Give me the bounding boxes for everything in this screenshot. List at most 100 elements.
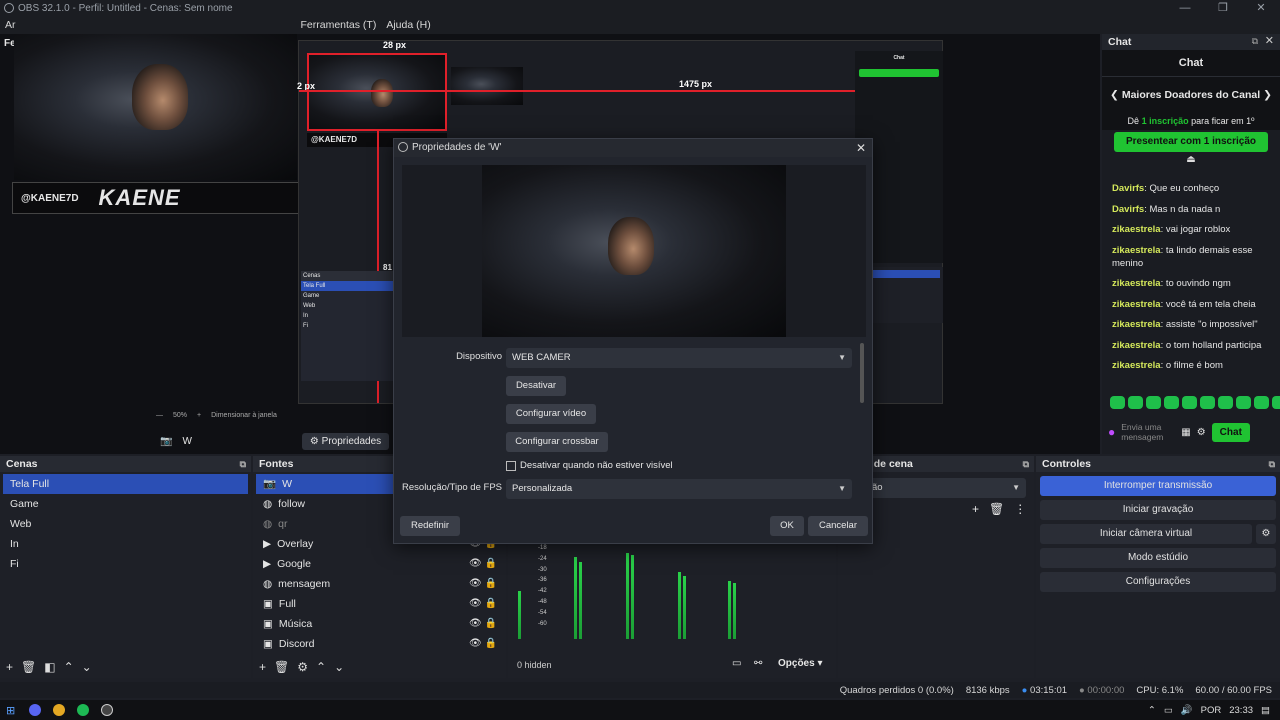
hide-when-invisible-checkbox[interactable] [506,460,516,471]
volume-icon[interactable]: 🔊 [1181,705,1193,716]
chat-message: zikaestrela: o tom holland participa [1112,339,1262,351]
chrome-icon[interactable] [53,704,66,716]
resolution-select[interactable]: Personalizada ▼ [506,479,852,499]
dialog-close-button[interactable]: ✕ [856,139,866,157]
active-source-name: W [182,435,192,447]
source-item[interactable]: ◍ mensagem [256,574,503,594]
source-item[interactable]: ▣ Full [256,594,503,614]
menu-arquivo[interactable]: Ar [5,19,16,31]
menu-ferramentas[interactable]: Ferramentas (T) [301,19,377,31]
move-up-button[interactable]: ⌃ [64,660,74,674]
deactivate-button[interactable]: Desativar [506,376,566,396]
chevron-left-icon[interactable]: ❮ [1110,89,1119,101]
pin-icon[interactable]: ⏏ [1102,154,1280,165]
gear-icon[interactable]: ⚙ [1197,427,1206,438]
spotify-icon[interactable] [77,704,90,716]
zoom-in-button[interactable]: + [197,412,201,419]
source-item[interactable]: ▶ Google [256,554,503,574]
nested-scenes: Cenas Tela Full Game Web In Fi [301,271,395,381]
dialog-scrollbar[interactable] [860,343,864,403]
dialog-webcam-feed [482,165,786,337]
ok-button[interactable]: OK [770,516,804,536]
virtual-cam-settings-icon[interactable]: ⚙ [1256,524,1276,544]
kaene-logo: KAENE [98,185,181,210]
image-icon: ▣ [263,598,273,610]
reset-button[interactable]: Redefinir [400,516,460,536]
mixer-layout-icon[interactable]: ▭ [732,658,741,669]
tray-chevron-icon[interactable]: ⌃ [1148,705,1156,716]
scenes-toolbar: + 🗑 ◧ ⌃ ⌄ [0,656,251,678]
dock-close-icon[interactable]: ✕ [1265,34,1274,47]
scene-item[interactable]: Tela Full [3,474,248,494]
move-down-button[interactable]: ⌄ [334,660,344,674]
emote-row[interactable] [1110,396,1280,409]
dialog-preview [402,165,866,337]
add-scene-button[interactable]: + [6,660,13,674]
language-indicator[interactable]: POR [1201,705,1222,716]
start-virtual-cam-button[interactable]: Iniciar câmera virtual [1040,524,1252,544]
menu-bar: Ar Ferramentas (T) Ajuda (H) [0,16,1280,34]
remove-scene-button[interactable]: 🗑 [21,660,36,674]
windows-start-icon[interactable]: ⊞ [6,704,15,717]
clock[interactable]: 23:33 [1229,705,1253,716]
configure-video-button[interactable]: Configurar vídeo [506,404,596,424]
resize-to-window[interactable]: Dimensionar à janela [211,412,277,419]
obs-taskbar-icon[interactable] [101,704,114,716]
measure-top: 28 px [383,40,407,50]
gift-sub-button[interactable]: Presentear com 1 inscrição [1114,132,1268,152]
transition-toolbar: + 🗑 ⋮ [972,502,1026,516]
filters-button[interactable]: ◧ [44,660,55,674]
discord-icon[interactable] [29,704,42,716]
menu-ajuda[interactable]: Ajuda (H) [386,19,430,31]
chat-input[interactable]: Envia uma mensagem [1121,422,1175,442]
obs-logo-icon [398,142,408,152]
scenes-title: Cenas ⧉ [0,456,251,472]
cancel-button[interactable]: Cancelar [808,516,868,536]
os-taskbar: ⊞ ⌃ ▭ 🔊 POR 23:33 ▤ [0,700,1280,720]
device-select[interactable]: WEB CAMER ▼ [506,348,852,368]
start-recording-button[interactable]: Iniciar gravação [1040,500,1276,520]
transition-select[interactable]: ão ▼ [866,478,1026,498]
add-transition-button[interactable]: + [972,502,979,516]
notifications-icon[interactable]: ▤ [1261,705,1270,716]
store-icon[interactable]: ▦ [1181,427,1190,438]
scene-item[interactable]: In [3,534,248,554]
move-down-button[interactable]: ⌄ [82,660,92,674]
undock-icon[interactable]: ⧉ [1252,36,1258,47]
maximize-button[interactable]: ❐ [1204,0,1242,16]
source-item[interactable]: ▣ Discord [256,634,503,654]
scene-item[interactable]: Game [3,494,248,514]
promo-text: Dê 1 inscrição para ficar em 1º [1102,112,1280,130]
remove-transition-button[interactable]: 🗑 [989,502,1004,516]
close-button[interactable]: ✕ [1242,0,1280,16]
source-properties-button[interactable]: ⚙ [297,660,308,674]
stop-stream-button[interactable]: Interromper transmissão [1040,476,1276,496]
add-source-button[interactable]: + [259,660,266,674]
source-visibility-icons[interactable]: 👁 🔒👁 🔒👁 🔒👁 🔒👁 🔒👁 🔒 [469,534,497,654]
mic-icon[interactable]: ● [1108,425,1115,439]
move-up-button[interactable]: ⌃ [316,660,326,674]
chevron-right-icon[interactable]: ❯ [1263,89,1272,101]
settings-button[interactable]: Configurações [1040,572,1276,592]
send-chat-button[interactable]: Chat [1211,422,1250,442]
camera-icon: 📷 [160,435,173,447]
scene-item[interactable]: Fi [3,554,248,574]
zoom-out-button[interactable]: — [156,412,163,419]
chat-message: zikaestrela: vai jogar roblox [1112,224,1231,235]
chat-message: zikaestrela: você tá em tela cheia [1112,298,1256,310]
source-item[interactable]: ▣ Música [256,614,503,634]
studio-mode-button[interactable]: Modo estúdio [1040,548,1276,568]
scene-item[interactable]: Web [3,514,248,534]
remove-source-button[interactable]: 🗑 [274,660,289,674]
network-icon[interactable]: ▭ [1164,705,1173,716]
mixer-link-icon[interactable]: ⚯ [754,658,762,669]
live-time: ● 03:15:01 [1021,684,1068,696]
zoom-level: 50% [173,411,188,419]
mixer-options-button[interactable]: Opções ▾ [778,658,823,669]
chat-message: zikaestrela: to ouvindo ngm [1112,278,1231,289]
configure-crossbar-button[interactable]: Configurar crossbar [506,432,608,452]
minimize-button[interactable]: — [1166,0,1204,16]
guide-horizontal [299,90,942,92]
properties-button[interactable]: ⚙ Propriedades [301,432,390,450]
more-icon[interactable]: ⋮ [1014,502,1026,516]
